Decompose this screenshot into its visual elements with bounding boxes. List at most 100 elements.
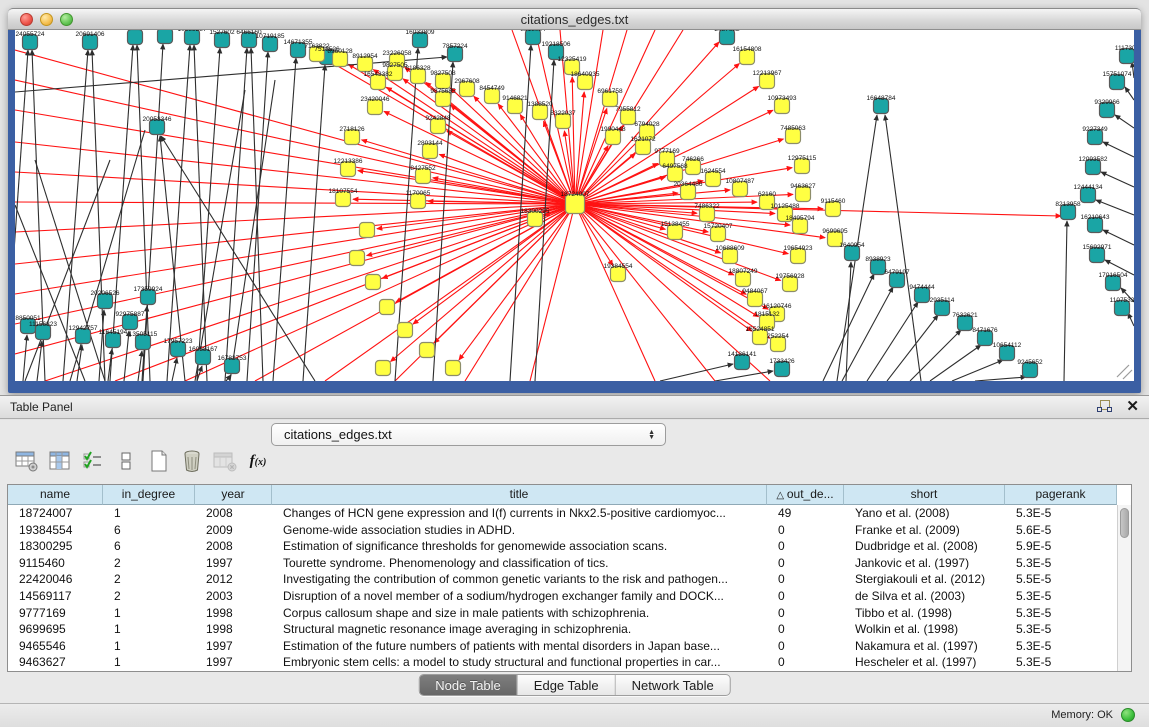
table-cell[interactable]: 0 [767, 638, 844, 655]
tab-network-table[interactable]: Network Table [616, 675, 730, 695]
table-cell[interactable]: Wolkin et al. (1998) [844, 621, 1005, 638]
table-row[interactable]: 946362711997Embryonic stem cells: a mode… [8, 654, 1117, 671]
function-builder-button[interactable]: f(x) [245, 448, 271, 474]
float-panel-icon[interactable] [1097, 399, 1114, 415]
table-cell[interactable]: 0 [767, 571, 844, 588]
column-header-year[interactable]: year [195, 485, 272, 505]
table-cell[interactable]: 1 [103, 654, 195, 671]
table-cell[interactable]: 5.3E-5 [1005, 555, 1117, 572]
table-cell[interactable]: 2003 [195, 588, 272, 605]
table-cell[interactable]: 19384554 [8, 522, 103, 539]
table-cell[interactable]: 5.3E-5 [1005, 588, 1117, 605]
table-cell[interactable]: 5.6E-5 [1005, 522, 1117, 539]
column-header-pagerank[interactable]: pagerank [1005, 485, 1117, 505]
table-cell[interactable]: 22420046 [8, 571, 103, 588]
table-mode-button[interactable] [14, 448, 40, 474]
table-row[interactable]: 1456911722003Disruption of a novel membe… [8, 588, 1117, 605]
table-cell[interactable]: 2008 [195, 538, 272, 555]
graph-node[interactable] [350, 251, 365, 266]
table-cell[interactable]: 5.3E-5 [1005, 638, 1117, 655]
table-cell[interactable]: 5.3E-5 [1005, 605, 1117, 622]
table-cell[interactable]: Dudbridge et al. (2008) [844, 538, 1005, 555]
table-cell[interactable]: 0 [767, 538, 844, 555]
graph-node[interactable] [360, 223, 375, 238]
table-cell[interactable]: 2 [103, 588, 195, 605]
table-cell[interactable]: Embryonic stem cells: a model to study s… [272, 654, 767, 671]
table-cell[interactable]: Yano et al. (2008) [844, 505, 1005, 522]
graph-node[interactable] [366, 275, 381, 290]
table-row[interactable]: 1872400712008Changes of HCN gene express… [8, 505, 1117, 522]
table-cell[interactable]: Hescheler et al. (1997) [844, 654, 1005, 671]
table-cell[interactable]: Changes of HCN gene expression and I(f) … [272, 505, 767, 522]
table-cell[interactable]: 1998 [195, 605, 272, 622]
table-cell[interactable]: Structural magnetic resonance image aver… [272, 621, 767, 638]
table-cell[interactable]: Disruption of a novel member of a sodium… [272, 588, 767, 605]
table-cell[interactable]: Estimation of significance thresholds fo… [272, 538, 767, 555]
table-cell[interactable]: Estimation of the future numbers of pati… [272, 638, 767, 655]
table-cell[interactable]: Investigating the contribution of common… [272, 571, 767, 588]
select-columns-button[interactable] [80, 448, 106, 474]
table-row[interactable]: 1938455462009Genome-wide association stu… [8, 522, 1117, 539]
graph-node[interactable] [128, 30, 143, 45]
table-cell[interactable]: 1 [103, 605, 195, 622]
table-cell[interactable]: 18300295 [8, 538, 103, 555]
window-resize-grip[interactable] [1117, 365, 1132, 379]
table-cell[interactable]: Stergiakouli et al. (2012) [844, 571, 1005, 588]
table-cell[interactable]: 2008 [195, 505, 272, 522]
table-cell[interactable]: 0 [767, 588, 844, 605]
window-titlebar[interactable]: citations_edges.txt [8, 8, 1141, 30]
tab-edge-table[interactable]: Edge Table [518, 675, 616, 695]
table-cell[interactable]: Corpus callosum shape and size in male p… [272, 605, 767, 622]
table-cell[interactable]: 9115460 [8, 555, 103, 572]
table-cell[interactable]: Tourette syndrome. Phenomenology and cla… [272, 555, 767, 572]
table-selector[interactable]: citations_edges.txt ▲▼ [271, 423, 666, 446]
table-cell[interactable]: 2012 [195, 571, 272, 588]
table-cell[interactable]: 0 [767, 654, 844, 671]
table-row[interactable]: 946554611997Estimation of the future num… [8, 638, 1117, 655]
table-cell[interactable]: 9463627 [8, 654, 103, 671]
table-cell[interactable]: 0 [767, 621, 844, 638]
table-cell[interactable]: 5.5E-5 [1005, 571, 1117, 588]
graph-node[interactable] [380, 300, 395, 315]
table-cell[interactable]: 1 [103, 505, 195, 522]
table-cell[interactable]: 1 [103, 621, 195, 638]
table-cell[interactable]: 0 [767, 605, 844, 622]
network-canvas[interactable]: 2405572420691406106552871527602646616010… [15, 30, 1134, 381]
table-cell[interactable]: 1997 [195, 654, 272, 671]
citation-graph[interactable]: 2405572420691406106552871527602646616010… [15, 30, 1134, 381]
table-cell[interactable]: 18724007 [8, 505, 103, 522]
table-cell[interactable]: 14569117 [8, 588, 103, 605]
graph-node[interactable] [158, 30, 173, 44]
table-cell[interactable]: 1998 [195, 621, 272, 638]
table-row[interactable]: 2242004622012Investigating the contribut… [8, 571, 1117, 588]
tab-node-table[interactable]: Node Table [419, 675, 518, 695]
table-cell[interactable]: Tibbo et al. (1998) [844, 605, 1005, 622]
table-cell[interactable]: 1997 [195, 638, 272, 655]
table-cell[interactable]: 2 [103, 555, 195, 572]
table-cell[interactable]: 6 [103, 538, 195, 555]
column-header-short[interactable]: short [844, 485, 1005, 505]
table-cell[interactable]: 6 [103, 522, 195, 539]
table-row[interactable]: 1830029562008Estimation of significance … [8, 538, 1117, 555]
table-cell[interactable]: 9777169 [8, 605, 103, 622]
column-header-name[interactable]: name [8, 485, 103, 505]
table-cell[interactable]: 5.3E-5 [1005, 505, 1117, 522]
table-cell[interactable]: 5.9E-5 [1005, 538, 1117, 555]
row-height-button[interactable] [113, 448, 139, 474]
column-header-in_degree[interactable]: in_degree [103, 485, 195, 505]
table-cell[interactable]: Genome-wide association studies in ADHD. [272, 522, 767, 539]
table-row[interactable]: 911546021997Tourette syndrome. Phenomeno… [8, 555, 1117, 572]
table-cell[interactable]: 0 [767, 522, 844, 539]
table-cell[interactable]: 9699695 [8, 621, 103, 638]
vertical-scrollbar[interactable] [1117, 505, 1131, 671]
graph-node[interactable] [420, 343, 435, 358]
close-panel-icon[interactable]: ✕ [1126, 399, 1139, 415]
scrollbar-thumb[interactable] [1120, 508, 1129, 538]
table-cell[interactable]: Franke et al. (2009) [844, 522, 1005, 539]
table-cell[interactable]: 49 [767, 505, 844, 522]
table-row[interactable]: 969969511998Structural magnetic resonanc… [8, 621, 1117, 638]
graph-node[interactable] [446, 361, 461, 376]
table-cell[interactable]: Nakamura et al. (1997) [844, 638, 1005, 655]
column-header-out_de[interactable]: △ out_de... [767, 485, 844, 505]
table-cell[interactable]: 1997 [195, 555, 272, 572]
